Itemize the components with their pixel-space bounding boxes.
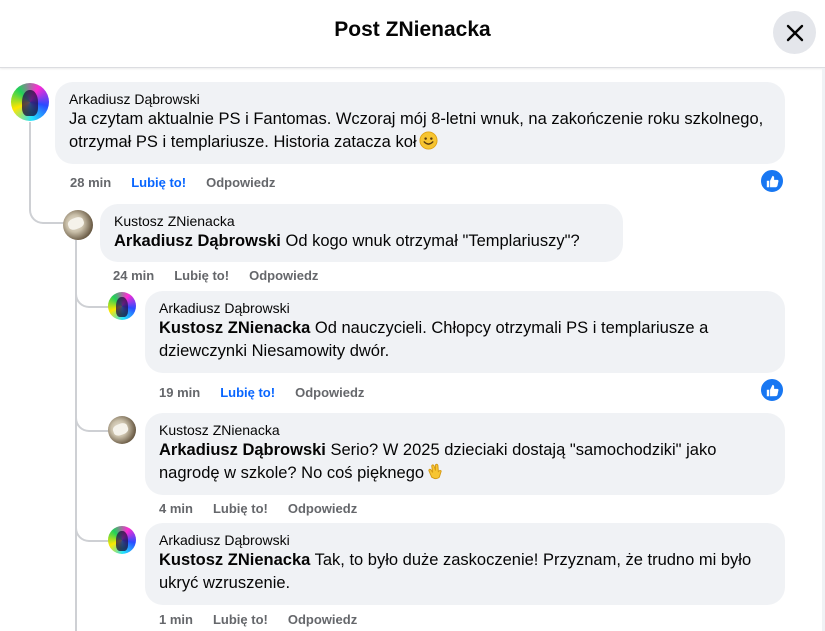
comment-author[interactable]: Arkadiusz Dąbrowski (159, 300, 772, 317)
reaction-badge[interactable] (759, 168, 785, 194)
thread-line (29, 122, 31, 202)
comment-actions: 28 min Lubię to! Odpowiedz (70, 175, 295, 190)
mention-link[interactable]: Arkadiusz Dąbrowski (159, 441, 326, 459)
thread-connector (29, 198, 65, 224)
comment-time[interactable]: 28 min (70, 175, 111, 190)
comment-time[interactable]: 1 min (159, 612, 193, 627)
reply-button[interactable]: Odpowiedz (295, 385, 364, 400)
avatar[interactable] (108, 526, 136, 554)
avatar[interactable] (108, 292, 136, 320)
smiling-face-icon (419, 131, 438, 150)
like-button[interactable]: Lubię to! (174, 268, 229, 283)
mention-link[interactable]: Kustosz ZNienacka (159, 551, 310, 569)
comment-actions: 24 min Lubię to! Odpowiedz (113, 268, 338, 283)
comment-bubble: Kustosz ZNienacka Arkadiusz Dąbrowski Od… (100, 204, 623, 262)
like-button[interactable]: Lubię to! (220, 385, 275, 400)
reply-button[interactable]: Odpowiedz (206, 175, 275, 190)
mention-link[interactable]: Kustosz ZNienacka (159, 319, 310, 337)
comment-text: Kustosz ZNienacka Tak, to było duże zask… (159, 551, 752, 592)
reply-button[interactable]: Odpowiedz (288, 612, 357, 627)
comment-time[interactable]: 4 min (159, 501, 193, 516)
like-button[interactable]: Lubię to! (213, 612, 268, 627)
comment-time[interactable]: 19 min (159, 385, 200, 400)
comment-text: Kustosz ZNienacka Od nauczycieli. Chłopc… (159, 319, 709, 360)
thumbs-up-icon (766, 384, 778, 396)
comment-actions: 4 min Lubię to! Odpowiedz (159, 501, 377, 516)
reaction-badge[interactable] (759, 377, 785, 403)
close-button[interactable] (773, 11, 816, 54)
comment-bubble: Arkadiusz Dąbrowski Kustosz ZNienacka Ta… (145, 523, 785, 605)
avatar[interactable] (11, 83, 49, 121)
comment-text: Arkadiusz Dąbrowski Od kogo wnuk otrzyma… (114, 232, 580, 250)
comment-bubble: Arkadiusz Dąbrowski Ja czytam aktualnie … (55, 82, 785, 164)
like-button[interactable]: Lubię to! (213, 501, 268, 516)
comment-time[interactable]: 24 min (113, 268, 154, 283)
clapping-hands-icon (428, 463, 442, 480)
comment-actions: 1 min Lubię to! Odpowiedz (159, 612, 377, 627)
comment-text: Ja czytam aktualnie PS i Fantomas. Wczor… (69, 110, 764, 151)
dialog-header: Post ZNienacka (0, 0, 825, 68)
dialog-title: Post ZNienacka (334, 18, 491, 41)
thread-connector (75, 290, 109, 308)
comment-author[interactable]: Arkadiusz Dąbrowski (69, 91, 772, 108)
reply-button[interactable]: Odpowiedz (249, 268, 318, 283)
thumbs-up-icon (766, 175, 778, 187)
like-button[interactable]: Lubię to! (131, 175, 186, 190)
thread-connector (75, 520, 109, 542)
mention-link[interactable]: Arkadiusz Dąbrowski (114, 232, 281, 250)
comment-actions: 19 min Lubię to! Odpowiedz (159, 385, 384, 400)
comment-bubble: Arkadiusz Dąbrowski Kustosz ZNienacka Od… (145, 291, 785, 373)
avatar[interactable] (63, 210, 93, 240)
reply-button[interactable]: Odpowiedz (288, 501, 357, 516)
thread-connector (75, 410, 109, 432)
comment-bubble: Kustosz ZNienacka Arkadiusz Dąbrowski Se… (145, 413, 785, 495)
avatar[interactable] (108, 416, 136, 444)
comment-text: Arkadiusz Dąbrowski Serio? W 2025 dzieci… (159, 441, 717, 482)
comment-author[interactable]: Kustosz ZNienacka (114, 213, 610, 230)
comment-author[interactable]: Arkadiusz Dąbrowski (159, 532, 772, 549)
comment-author[interactable]: Kustosz ZNienacka (159, 422, 772, 439)
close-icon (786, 24, 803, 41)
